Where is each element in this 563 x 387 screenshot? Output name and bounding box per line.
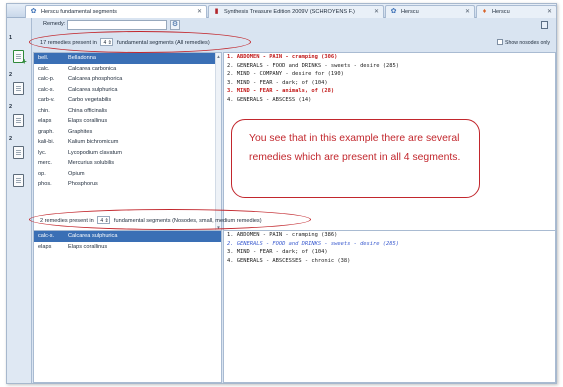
document-icon[interactable] <box>13 82 24 95</box>
remedy-abbreviation: calc-s. <box>38 86 55 93</box>
remedy-name: Kalium bichromicum <box>68 139 119 145</box>
remedy-abbreviation: kali-bi. <box>38 139 55 145</box>
remedy-abbreviation: calc. <box>38 65 50 72</box>
document-icon[interactable] <box>13 146 24 159</box>
copy-icon[interactable] <box>541 21 548 29</box>
remedy-row[interactable]: calc-p. Calcarea phosphorica <box>34 74 221 85</box>
rubric-line[interactable]: 2. MIND - COMPANY - desire for (190) <box>224 70 555 79</box>
remedy-row[interactable]: merc. Mercurius solubilis <box>34 158 221 169</box>
remedy-name: Lycopodium clavatum <box>68 149 122 156</box>
app-icon: ✿ <box>30 8 37 15</box>
close-icon[interactable]: ✕ <box>374 6 379 18</box>
rubric-line[interactable]: 3. MIND - FEAR - dark; of (104) <box>224 79 555 88</box>
remedy-row[interactable]: calc. Calcarea carbonica <box>34 64 221 75</box>
annotation-callout: You see that in this example there are s… <box>231 119 480 198</box>
remedy-name: Belladonna <box>68 55 96 61</box>
close-icon[interactable]: ✕ <box>547 6 552 18</box>
remedy-row[interactable]: lyc. Lycopodium clavatum <box>34 148 221 159</box>
remedy-abbreviation: op. <box>38 170 46 177</box>
scroll-up-icon[interactable]: ▲ <box>216 54 221 59</box>
segment-number: 2 <box>9 72 13 78</box>
remedy-name: Calcarea sulphurica <box>68 233 118 239</box>
remedy-name: Calcarea phosphorica <box>68 76 123 82</box>
remedy-abbreviation: merc. <box>38 160 52 166</box>
document-icon[interactable] <box>13 174 24 187</box>
rubric-line[interactable]: 3. MIND - FEAR - dark; of (104) <box>224 248 555 257</box>
remedy-row[interactable]: bell. Belladonna <box>34 53 221 64</box>
remedy-name: Opium <box>68 170 85 177</box>
remedy-row[interactable]: chin. China officinalis <box>34 106 221 117</box>
rubric-line[interactable]: 1. ABDOMEN - PAIN - cramping (306) <box>224 53 555 62</box>
tab-label: Herscu fundamental segments <box>41 9 117 15</box>
document-icon[interactable] <box>13 114 24 127</box>
segment-number: 2 <box>9 104 13 110</box>
close-icon[interactable]: ✕ <box>197 6 202 18</box>
rubric-line[interactable]: 2. GENERALS - FOOD and DRINKS - sweets -… <box>224 62 555 71</box>
book-icon: ▮ <box>214 8 219 15</box>
close-icon[interactable]: ✕ <box>465 6 470 18</box>
remedy-row[interactable]: kali-bi. Kalium bichromicum <box>34 137 221 148</box>
remedy-abbreviation: phos. <box>38 181 52 187</box>
remedy-abbreviation: carb-v. <box>38 97 55 103</box>
remedy-name: Calcarea sulphurica <box>68 86 118 93</box>
remedy-name: Elaps corallinus <box>68 118 108 124</box>
highlight-oval-bottom <box>29 209 311 230</box>
remedy-name: Graphites <box>68 128 93 135</box>
remedy-abbreviation: graph. <box>38 128 54 135</box>
rubric-line[interactable]: 4. GENERALS - ABSCESS (14) <box>224 96 555 105</box>
tab-label: Synthesis Treasure Edition 2009V (SCHROY… <box>224 9 355 15</box>
rubric-line[interactable]: 4. GENERALS - ABSCESSES - chronic (38) <box>224 257 555 266</box>
rubric-line[interactable]: 2. GENERALS - FOOD and DRINKS - sweets -… <box>224 240 555 249</box>
remedy-name: Carbo vegetabilis <box>68 97 112 103</box>
top-remedy-list: bell. Belladonna calc. Calcarea carbonica ca… <box>33 52 222 232</box>
remedy-row[interactable]: elaps Elaps corallinus <box>34 116 221 127</box>
tab-herscu-2[interactable]: ♦ Herscu ✕ <box>476 5 556 18</box>
remedy-input[interactable] <box>67 20 167 30</box>
app-icon: ✿ <box>390 8 397 15</box>
remedy-abbreviation: calc-p. <box>38 76 55 82</box>
checkbox-icon[interactable] <box>497 39 503 45</box>
remedy-abbreviation: elaps <box>38 243 52 250</box>
remedy-abbreviation: calc-s. <box>38 233 55 239</box>
highlight-oval-top <box>29 31 251 53</box>
tab-label: Herscu <box>492 9 510 15</box>
remedy-row[interactable]: graph. Graphites <box>34 127 221 138</box>
rubric-line[interactable]: 3. MIND - FEAR - animals, of (28) <box>224 87 555 96</box>
remedy-abbreviation: lyc. <box>38 149 47 156</box>
tab-label: Herscu <box>401 9 419 15</box>
show-nosodes-label: Show nosodes only <box>505 40 550 46</box>
remedy-abbreviation: elaps <box>38 118 52 124</box>
segment-number: 1 <box>9 35 13 41</box>
remedy-name: Elaps corallinus <box>68 243 108 250</box>
remedy-name: Mercurius solubilis <box>68 160 115 166</box>
remedy-row[interactable]: calc-s. Calcarea sulphurica <box>34 85 221 96</box>
segment-number: 2 <box>9 136 13 142</box>
show-nosodes-checkbox[interactable]: Show nosodes only <box>497 39 550 46</box>
bottom-rubric-list: 1. ABDOMEN - PAIN - cramping (386) 2. GEN… <box>223 230 556 383</box>
remedy-name: China officinalis <box>68 107 108 114</box>
tab-bar: ✿ Herscu fundamental segments ✕ ▮ Synthe… <box>7 4 556 18</box>
tab-synthesis[interactable]: ▮ Synthesis Treasure Edition 2009V (SCHR… <box>208 5 384 18</box>
left-toolbar: 1 + 2 2 2 <box>7 18 32 383</box>
rubric-line[interactable]: 1. ABDOMEN - PAIN - cramping (386) <box>224 231 555 240</box>
bottom-remedy-list: calc-s. Calcarea sulphurica elaps Elaps cor… <box>33 230 222 383</box>
remedy-row[interactable]: phos. Phosphorus <box>34 179 221 190</box>
flame-icon: ♦ <box>482 8 487 15</box>
tab-herscu[interactable]: ✿ Herscu ✕ <box>385 5 475 18</box>
remedy-row[interactable]: carb-v. Carbo vegetabilis <box>34 95 221 106</box>
gear-icon[interactable]: ⚙ <box>170 20 180 30</box>
plus-icon: + <box>22 57 27 66</box>
remedy-abbreviation: bell. <box>38 55 49 61</box>
tab-herscu-fundamental-segments[interactable]: ✿ Herscu fundamental segments ✕ <box>25 5 207 18</box>
remedy-abbreviation: chin. <box>38 107 50 114</box>
remedy-row[interactable]: calc-s. Calcarea sulphurica <box>34 231 221 242</box>
remedy-row[interactable]: elaps Elaps corallinus <box>34 242 221 253</box>
remedy-name: Phosphorus <box>68 181 98 187</box>
callout-text: You see that in this example there are s… <box>249 133 461 163</box>
remedy-row[interactable]: op. Opium <box>34 169 221 180</box>
scrollbar[interactable]: ▲ ▼ <box>215 53 221 231</box>
remedy-label: Remedy: <box>43 21 66 27</box>
remedy-name: Calcarea carbonica <box>68 65 117 72</box>
